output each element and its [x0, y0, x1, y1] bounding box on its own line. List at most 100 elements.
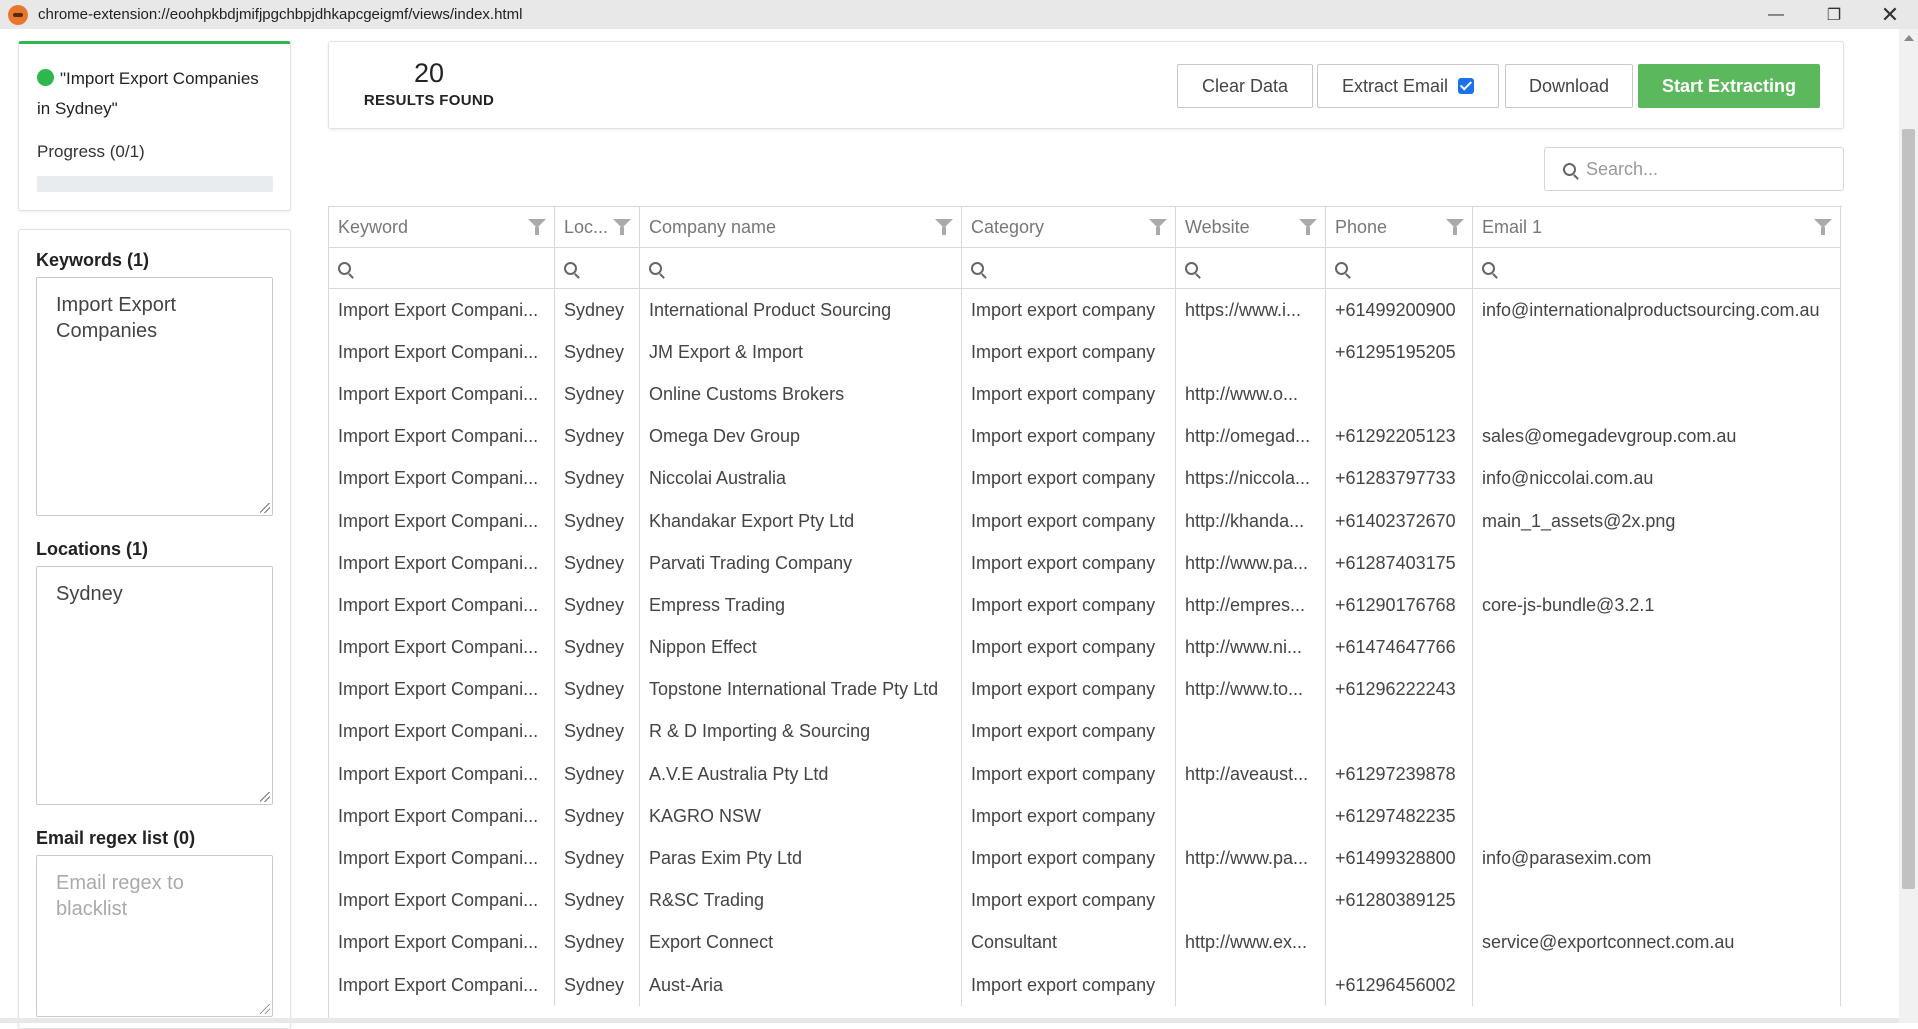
search-input[interactable] — [1586, 159, 1826, 180]
cell-email-1 — [1473, 373, 1841, 415]
close-icon[interactable]: ✕ — [1862, 0, 1918, 29]
cell-text: +61290176768 — [1335, 595, 1456, 616]
minimize-icon[interactable]: — — [1748, 0, 1804, 29]
page-scrollbar[interactable] — [1899, 29, 1918, 1023]
cell-text: +61296222243 — [1335, 679, 1456, 700]
cell-text: Online Customs Brokers — [649, 384, 844, 405]
cell-keyword: Import Export Compani... — [329, 964, 555, 1006]
cell-text: Export Connect — [649, 932, 773, 953]
cell-text: +61287403175 — [1335, 553, 1456, 574]
filter-icon[interactable] — [1446, 219, 1464, 235]
column-filter-category[interactable] — [962, 247, 1176, 289]
column-filter-phone[interactable] — [1326, 247, 1473, 289]
column-header-label: Company name — [649, 217, 776, 238]
cell-email-1 — [1473, 627, 1841, 669]
extract-email-toggle[interactable]: Extract Email — [1317, 64, 1499, 108]
cell-text: https://niccola... — [1185, 468, 1310, 489]
column-header-website[interactable]: Website — [1176, 207, 1326, 247]
clear-data-button[interactable]: Clear Data — [1177, 64, 1313, 108]
cell-text: A.V.E Australia Pty Ltd — [649, 764, 828, 785]
table-row[interactable]: Import Export Compani...SydneyExport Con… — [329, 922, 1842, 964]
column-filter-website[interactable] — [1176, 247, 1326, 289]
table-row[interactable]: Import Export Compani...SydneyParvati Tr… — [329, 542, 1842, 584]
table-row[interactable]: Import Export Compani...SydneyKAGRO NSWI… — [329, 795, 1842, 837]
table-row[interactable]: Import Export Compani...SydneyR&SC Tradi… — [329, 880, 1842, 922]
restore-icon[interactable]: ❐ — [1806, 0, 1862, 29]
cell-website: http://www.o... — [1176, 373, 1326, 415]
task-title-text: "Import Export Companies in Sydney" — [37, 69, 259, 118]
column-header-phone[interactable]: Phone — [1326, 207, 1473, 247]
cell-text: Import export company — [971, 595, 1155, 616]
keywords-textarea[interactable]: Import Export Companies — [36, 277, 273, 516]
cell-phone — [1326, 922, 1473, 964]
table-row[interactable]: Import Export Compani...SydneyA.V.E Aust… — [329, 753, 1842, 795]
locations-textarea[interactable]: Sydney — [36, 566, 273, 805]
cell-text: Nippon Effect — [649, 637, 757, 658]
cell-text: service@exportconnect.com.au — [1482, 932, 1734, 953]
cell-text: +61296456002 — [1335, 975, 1456, 996]
scrollbar-thumb[interactable] — [1902, 129, 1915, 889]
column-filter-keyword[interactable] — [329, 247, 555, 289]
cell-phone: +61297482235 — [1326, 795, 1473, 837]
table-row[interactable]: Import Export Compani...SydneyEmpress Tr… — [329, 584, 1842, 626]
cell-text: Import export company — [971, 764, 1155, 785]
filter-icon[interactable] — [1149, 219, 1167, 235]
column-filter-email-1[interactable] — [1473, 247, 1841, 289]
search-box[interactable] — [1544, 147, 1844, 191]
cell-category: Import export company — [962, 627, 1176, 669]
start-extracting-button[interactable]: Start Extracting — [1638, 64, 1820, 108]
column-header-label: Keyword — [338, 217, 408, 238]
download-button[interactable]: Download — [1505, 64, 1633, 108]
resize-grip-icon[interactable] — [260, 792, 270, 802]
column-header-email-1[interactable]: Email 1 — [1473, 207, 1841, 247]
column-filter-company-name[interactable] — [640, 247, 962, 289]
column-header-category[interactable]: Category — [962, 207, 1176, 247]
filter-icon[interactable] — [1299, 219, 1317, 235]
table-row[interactable]: Import Export Compani...SydneyJM Export … — [329, 331, 1842, 373]
filter-icon[interactable] — [1814, 219, 1832, 235]
cell-text: Omega Dev Group — [649, 426, 800, 447]
table-row[interactable]: Import Export Compani...SydneyInternatio… — [329, 289, 1842, 331]
cell-phone — [1326, 711, 1473, 753]
cell-category: Import export company — [962, 711, 1176, 753]
table-row[interactable]: Import Export Compani...SydneyR & D Impo… — [329, 711, 1842, 753]
table-row[interactable]: Import Export Compani...SydneyNippon Eff… — [329, 627, 1842, 669]
cell-text: KAGRO NSW — [649, 806, 761, 827]
table-row[interactable]: Import Export Compani...SydneyKhandakar … — [329, 500, 1842, 542]
table-row[interactable]: Import Export Compani...SydneyTopstone I… — [329, 669, 1842, 711]
cell-text: Empress Trading — [649, 595, 785, 616]
column-header-company-name[interactable]: Company name — [640, 207, 962, 247]
search-icon — [649, 262, 662, 275]
column-header-location[interactable]: Loc... — [555, 207, 640, 247]
scroll-up-icon[interactable] — [1904, 35, 1914, 41]
cell-text: Aust-Aria — [649, 975, 723, 996]
resize-grip-icon[interactable] — [260, 1004, 270, 1014]
cell-text: Sydney — [564, 595, 624, 616]
resize-grip-icon[interactable] — [260, 503, 270, 513]
cell-email-1 — [1473, 331, 1841, 373]
cell-text: core-js-bundle@3.2.1 — [1482, 595, 1654, 616]
cell-text: Import export company — [971, 511, 1155, 532]
column-header-keyword[interactable]: Keyword — [329, 207, 555, 247]
column-filter-location[interactable] — [555, 247, 640, 289]
email-regex-textarea[interactable]: Email regex to blacklist — [36, 855, 273, 1017]
cell-email-1 — [1473, 880, 1841, 922]
table-row[interactable]: Import Export Compani...SydneyOnline Cus… — [329, 373, 1842, 415]
cell-company-name: Topstone International Trade Pty Ltd — [640, 669, 962, 711]
table-row[interactable]: Import Export Compani...SydneyParas Exim… — [329, 837, 1842, 879]
cell-phone: +61296222243 — [1326, 669, 1473, 711]
cell-company-name: Empress Trading — [640, 584, 962, 626]
filter-icon[interactable] — [528, 219, 546, 235]
table-row[interactable]: Import Export Compani...SydneyNiccolai A… — [329, 458, 1842, 500]
filter-icon[interactable] — [935, 219, 953, 235]
cell-location: Sydney — [555, 922, 640, 964]
cell-email-1: service@exportconnect.com.au — [1473, 922, 1841, 964]
table-row[interactable]: Import Export Compani...SydneyAust-AriaI… — [329, 964, 1842, 1006]
extract-email-checkbox[interactable] — [1458, 78, 1474, 94]
cell-text: Import Export Compani... — [338, 806, 538, 827]
progress-bar — [37, 176, 273, 192]
table-row[interactable]: Import Export Compani...SydneyOmega Dev … — [329, 416, 1842, 458]
locations-value: Sydney — [56, 583, 123, 605]
cell-location: Sydney — [555, 964, 640, 1006]
filter-icon[interactable] — [613, 219, 631, 235]
